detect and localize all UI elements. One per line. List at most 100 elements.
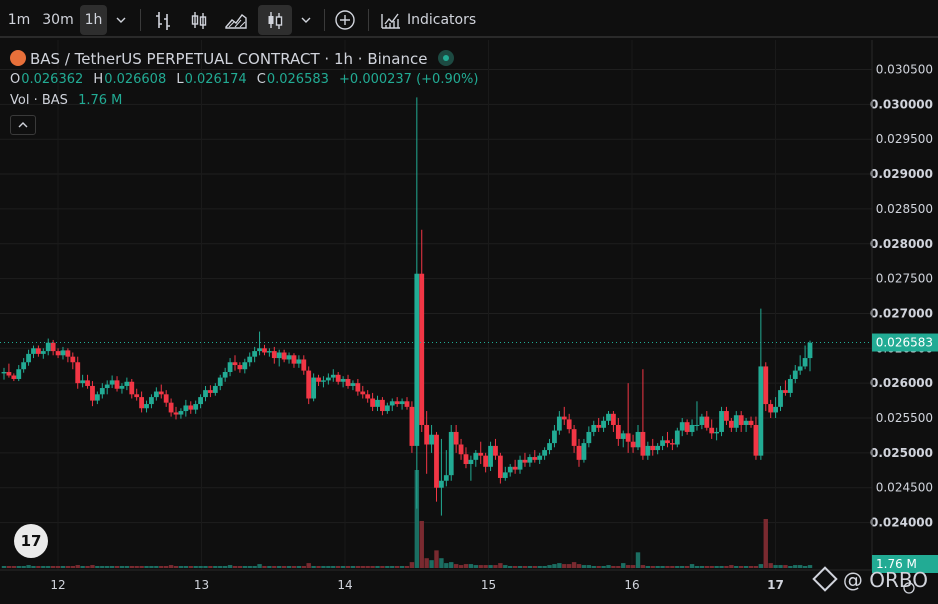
candle-body[interactable]: [419, 273, 425, 425]
area-style-icon[interactable]: [222, 5, 250, 35]
candle-body[interactable]: [271, 351, 277, 359]
candle-body[interactable]: [778, 390, 783, 407]
price-chart[interactable]: 0.030500 0.030000 0.029500 0.029000 0.028500…: [0, 40, 938, 600]
candle-body[interactable]: [40, 351, 46, 354]
candle-body[interactable]: [655, 445, 661, 451]
candle-body[interactable]: [753, 424, 759, 456]
candle-body[interactable]: [257, 348, 262, 352]
candle-body[interactable]: [119, 385, 125, 389]
candle-body[interactable]: [537, 455, 543, 460]
candle-body[interactable]: [183, 405, 189, 412]
candle-body[interactable]: [178, 411, 184, 415]
candle-body[interactable]: [502, 472, 508, 478]
candle-body[interactable]: [635, 431, 641, 448]
candle-body[interactable]: [448, 431, 454, 476]
candles-style-icon[interactable]: [186, 5, 212, 35]
candle-body[interactable]: [512, 466, 518, 470]
candle-body[interactable]: [439, 480, 444, 488]
candle-body[interactable]: [212, 385, 218, 393]
candle-body[interactable]: [252, 351, 258, 357]
candle-body[interactable]: [311, 377, 317, 399]
candle-body[interactable]: [50, 342, 56, 352]
candle-body[interactable]: [149, 397, 154, 405]
candle-body[interactable]: [198, 397, 203, 405]
volume-label[interactable]: Vol · BAS: [10, 93, 68, 108]
hollow-candles-style-icon[interactable]: [258, 5, 292, 35]
candle-body[interactable]: [733, 415, 739, 428]
candle-body[interactable]: [576, 445, 582, 460]
candle-body[interactable]: [483, 455, 489, 467]
candle-body[interactable]: [802, 358, 808, 367]
candle-body[interactable]: [222, 372, 228, 378]
candle-body[interactable]: [414, 273, 420, 446]
candle-body[interactable]: [203, 390, 208, 398]
candle-body[interactable]: [193, 404, 199, 410]
candle-body[interactable]: [571, 429, 577, 446]
candle-body[interactable]: [173, 412, 179, 415]
candle-body[interactable]: [104, 384, 110, 389]
candle-body[interactable]: [129, 381, 135, 395]
candle-body[interactable]: [325, 377, 331, 381]
candle-body[interactable]: [65, 350, 71, 357]
candle-body[interactable]: [286, 355, 292, 360]
candle-body[interactable]: [340, 378, 346, 382]
candle-body[interactable]: [719, 411, 724, 432]
interval-1h-button[interactable]: 1h: [80, 5, 107, 35]
candle-body[interactable]: [714, 431, 720, 434]
candle-body[interactable]: [80, 380, 86, 384]
candle-body[interactable]: [783, 390, 788, 393]
candle-body[interactable]: [434, 434, 439, 488]
candle-body[interactable]: [443, 475, 449, 481]
candle-body[interactable]: [758, 366, 764, 456]
candle-body[interactable]: [547, 443, 552, 451]
candle-body[interactable]: [36, 348, 41, 354]
candle-body[interactable]: [399, 401, 405, 405]
interval-dropdown-chevron-icon[interactable]: [110, 5, 132, 35]
candle-body[interactable]: [620, 433, 626, 439]
interval-1m-button[interactable]: 1m: [2, 5, 36, 35]
candle-body[interactable]: [237, 365, 243, 370]
candle-body[interactable]: [330, 374, 336, 378]
candle-body[interactable]: [787, 378, 793, 393]
indicators-button[interactable]: Indicators: [380, 5, 484, 35]
candle-body[interactable]: [478, 452, 484, 456]
candle-body[interactable]: [493, 445, 498, 456]
candle-body[interactable]: [606, 413, 611, 421]
candle-body[interactable]: [380, 399, 385, 412]
candle-body[interactable]: [316, 377, 321, 382]
candle-body[interactable]: [11, 375, 17, 379]
candle-body[interactable]: [291, 355, 297, 364]
candle-body[interactable]: [561, 416, 567, 420]
candle-body[interactable]: [16, 369, 22, 379]
candle-body[interactable]: [773, 406, 778, 413]
interval-30m-button[interactable]: 30m: [38, 5, 78, 35]
candle-body[interactable]: [743, 420, 749, 425]
candle-body[interactable]: [262, 348, 267, 353]
candle-body[interactable]: [85, 380, 90, 386]
candle-body[interactable]: [709, 427, 715, 434]
candle-body[interactable]: [665, 440, 670, 444]
candle-body[interactable]: [738, 415, 744, 425]
candle-body[interactable]: [669, 443, 675, 445]
candle-body[interactable]: [21, 362, 27, 370]
candle-body[interactable]: [424, 424, 430, 445]
candle-body[interactable]: [497, 455, 503, 478]
candle-body[interactable]: [217, 377, 223, 386]
candle-body[interactable]: [188, 405, 194, 410]
candle-body[interactable]: [114, 380, 120, 389]
candle-body[interactable]: [384, 405, 390, 412]
candle-body[interactable]: [453, 431, 459, 445]
candle-body[interactable]: [124, 381, 130, 386]
candle-body[interactable]: [463, 454, 469, 465]
candle-body[interactable]: [724, 411, 729, 421]
candle-body[interactable]: [153, 391, 159, 398]
candle-body[interactable]: [581, 443, 587, 460]
candle-body[interactable]: [360, 391, 366, 395]
candle-body[interactable]: [517, 459, 523, 470]
candle-body[interactable]: [345, 378, 351, 386]
candle-body[interactable]: [694, 424, 700, 426]
candle-body[interactable]: [645, 445, 651, 456]
tradingview-logo[interactable]: 17: [14, 524, 48, 558]
candle-body[interactable]: [375, 399, 380, 407]
candle-body[interactable]: [266, 351, 272, 353]
